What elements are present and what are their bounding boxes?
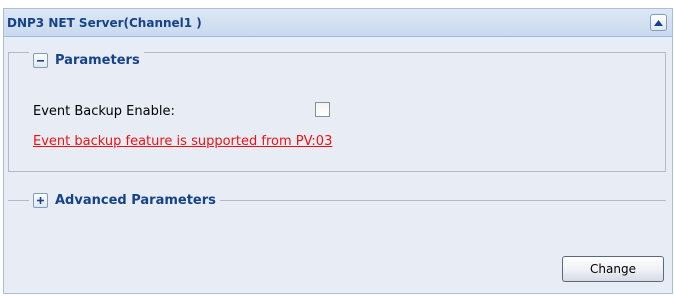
chevron-up-icon (654, 19, 663, 26)
panel-title: DNP3 NET Server(Channel1 ) (7, 16, 202, 30)
plus-icon (37, 196, 44, 204)
expand-advanced-toggle[interactable] (33, 192, 48, 208)
event-backup-label: Event Backup Enable: (33, 104, 175, 119)
collapse-parameters-toggle[interactable] (33, 52, 48, 68)
parameters-legend-label: Parameters (55, 52, 140, 68)
panel-header: DNP3 NET Server(Channel1 ) (4, 9, 672, 37)
collapse-panel-button[interactable] (650, 14, 667, 31)
change-button[interactable]: Change (562, 256, 664, 282)
minus-icon (37, 59, 44, 62)
advanced-parameters-legend: Advanced Parameters (29, 189, 220, 211)
advanced-parameters-legend-label: Advanced Parameters (55, 192, 216, 208)
parameters-legend: Parameters (29, 49, 144, 71)
event-backup-warning-link[interactable]: Event backup feature is supported from P… (33, 134, 332, 149)
event-backup-checkbox[interactable] (315, 102, 330, 117)
